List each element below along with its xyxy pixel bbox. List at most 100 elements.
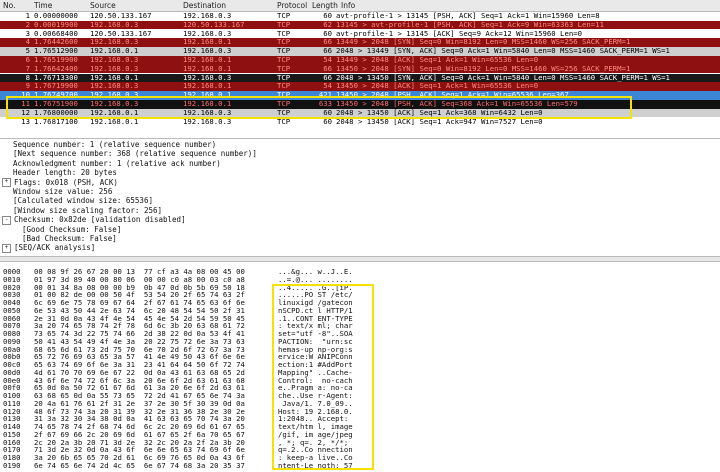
packet-row[interactable]: 9 1.76719900 192.168.0.3 192.168.0.1 TCP 54 13…: [0, 82, 720, 91]
packet-no: 4: [25, 38, 30, 47]
packet-destination: 192.168.0.3: [183, 12, 232, 20]
packet-info: 13145 > avt-profile-1 [PSH, ACK] Seq=1 A…: [336, 20, 604, 29]
packet-info: avt-profile-1 > 13145 [PSH, ACK] Seq=1 A…: [336, 12, 600, 20]
packet-source: 120.50.133.167: [90, 12, 152, 20]
expand-icon[interactable]: +: [2, 178, 11, 188]
packet-destination: 192.168.0.1: [183, 56, 232, 64]
column-header-no[interactable]: No.: [3, 0, 15, 11]
packet-list-pane[interactable]: No. Time Source Destination Protocol Len…: [0, 0, 720, 138]
packet-length: 54: [323, 82, 332, 91]
packet-row[interactable]: 4 1.76442600 192.168.0.3 192.168.0.1 TCP 66 13…: [0, 38, 720, 47]
packet-time: 0.00000000: [34, 12, 78, 20]
packet-row[interactable]: 3 0.00668400 120.50.133.167 192.168.0.3 TCP 6…: [0, 29, 720, 39]
packet-source: 192.168.0.3: [90, 38, 139, 47]
packet-source: 192.168.0.1: [90, 47, 139, 56]
packet-protocol: TCP: [277, 73, 291, 82]
packet-no: 7: [25, 64, 30, 73]
detail-text: Header length: 20 bytes: [13, 168, 117, 178]
packet-length: 66: [323, 64, 332, 73]
packet-length: 62: [323, 20, 332, 29]
detail-line[interactable]: Window size value: 256: [13, 187, 112, 196]
packet-row[interactable]: 2 0.00019900 192.168.0.3 120.50.133.167 TCP 6…: [0, 20, 720, 30]
packet-time: 1.76519900: [34, 56, 78, 64]
detail-text: [SEQ/ACK analysis]: [14, 243, 96, 253]
detail-line[interactable]: + Flags: 0x018 (PSH, ACK): [2, 177, 118, 188]
packet-time: 0.00668400: [34, 29, 78, 38]
packet-protocol: TCP: [277, 82, 291, 91]
packet-info: avt-profile-1 > 13145 [ACK] Seq=9 Ack=12…: [336, 29, 583, 38]
detail-line[interactable]: Header length: 20 bytes: [13, 168, 117, 177]
packet-source: 192.168.0.3: [90, 82, 139, 91]
packet-destination: 120.50.133.167: [183, 20, 245, 29]
packet-length: 66: [323, 47, 332, 56]
packet-row[interactable]: 5 1.76512900 192.168.0.1 192.168.0.3 TCP 66 20…: [0, 47, 720, 56]
detail-line[interactable]: [Calculated window size: 65536]: [13, 196, 153, 205]
hex-bytes: 6e 74 65 6e 74 2d 4c 65 6e 67 74 68 3a 2…: [34, 460, 245, 470]
column-header-protocol[interactable]: Protocol: [277, 0, 307, 11]
packet-no: 5: [25, 47, 30, 56]
packet-destination: 192.168.0.3: [183, 47, 232, 56]
packet-details-pane[interactable]: Sequence number: 1 (relative sequence nu…: [0, 138, 720, 257]
detail-line[interactable]: - Checksum: 0x82de [validation disabled]: [2, 215, 186, 225]
packet-info: 2048 > 13450 [SYN, ACK] Seq=0 Ack=1 Win=…: [336, 73, 670, 82]
packet-destination: 192.168.0.3: [183, 73, 232, 82]
packet-source: 192.168.0.3: [90, 20, 139, 29]
column-header-length[interactable]: Length: [312, 0, 338, 11]
packet-protocol: TCP: [277, 20, 291, 29]
detail-text: Sequence number: 1 (relative sequence nu…: [13, 140, 217, 149]
packet-protocol: TCP: [277, 38, 291, 47]
detail-text: [Calculated window size: 65536]: [13, 196, 153, 206]
detail-line[interactable]: [Window size scaling factor: 256]: [13, 206, 162, 215]
packet-destination: 192.168.0.3: [183, 29, 232, 38]
detail-line[interactable]: + [SEQ/ACK analysis]: [2, 243, 96, 253]
detail-text: [Good Checksum: False]: [22, 224, 122, 234]
packet-source: 192.168.0.1: [90, 73, 139, 82]
column-header-time[interactable]: Time: [34, 0, 52, 11]
packet-info: 13450 > 2048 [ACK] Seq=1 Ack=1 Win=65536…: [336, 82, 539, 91]
hex-offset: 0190: [3, 460, 21, 470]
packet-time: 1.76512900: [34, 47, 78, 56]
column-header-destination[interactable]: Destination: [183, 0, 226, 11]
packet-no: 8: [25, 73, 30, 82]
detail-text: [Bad Checksum: False]: [22, 234, 117, 243]
packet-source: 192.168.0.3: [90, 64, 139, 73]
packet-row[interactable]: 6 1.76519900 192.168.0.3 192.168.0.1 TCP 54 13…: [0, 56, 720, 65]
packet-length: 54: [323, 56, 332, 64]
packet-no: 2: [25, 20, 30, 29]
detail-line[interactable]: [Good Checksum: False]: [22, 225, 121, 234]
packet-destination: 192.168.0.1: [183, 64, 232, 73]
highlight-box-ascii: [272, 284, 374, 470]
packet-protocol: TCP: [277, 29, 291, 38]
packet-no: 9: [25, 82, 30, 91]
packet-protocol: TCP: [277, 47, 291, 56]
packet-bytes-pane[interactable]: 0000 00 08 9f 26 67 20 00 13 77 cf a3 4a …: [0, 262, 720, 472]
expand-icon[interactable]: +: [2, 243, 11, 253]
packet-row[interactable]: 8 1.76713300 192.168.0.1 192.168.0.3 TCP 66 20…: [0, 73, 720, 83]
packet-destination: 192.168.0.1: [183, 38, 232, 47]
detail-text: Window size value: 256: [13, 187, 113, 196]
detail-line[interactable]: Sequence number: 1 (relative sequence nu…: [13, 140, 216, 149]
packet-row[interactable]: 1 0.00000000 120.50.133.167 192.168.0.3 TCP 6…: [0, 12, 720, 21]
collapse-icon[interactable]: -: [2, 215, 11, 225]
packet-length: 66: [323, 38, 332, 47]
packet-info: 13449 > 2048 [SYN] Seq=0 Win=8192 Len=0 …: [336, 38, 631, 47]
detail-text: Flags: 0x018 (PSH, ACK): [14, 177, 118, 187]
detail-text: Checksum: 0x82de [validation disabled]: [14, 215, 186, 225]
highlight-box-packets-10-11: [6, 96, 632, 119]
packet-info: 2048 > 13449 [SYN, ACK] Seq=0 Ack=1 Win=…: [336, 47, 670, 56]
packet-no: 3: [25, 29, 30, 38]
packet-length: 60: [323, 12, 332, 20]
detail-line[interactable]: [Bad Checksum: False]: [22, 234, 117, 243]
detail-line[interactable]: Acknowledgment number: 1 (relative ack n…: [13, 159, 221, 168]
column-header-info[interactable]: Info: [341, 0, 355, 11]
packet-row[interactable]: 7 1.76642400 192.168.0.3 192.168.0.1 TCP 66 13…: [0, 64, 720, 74]
packet-length: 66: [323, 73, 332, 82]
packet-protocol: TCP: [277, 56, 291, 64]
column-header-source[interactable]: Source: [90, 0, 116, 11]
packet-time: 1.76642400: [34, 64, 78, 73]
detail-line[interactable]: [Next sequence number: 368 (relative seq…: [13, 149, 257, 158]
packet-source: 120.50.133.167: [90, 29, 152, 38]
packet-time: 1.76719900: [34, 82, 78, 91]
packet-time: 1.76442600: [34, 38, 78, 47]
detail-text: [Window size scaling factor: 256]: [13, 205, 163, 215]
